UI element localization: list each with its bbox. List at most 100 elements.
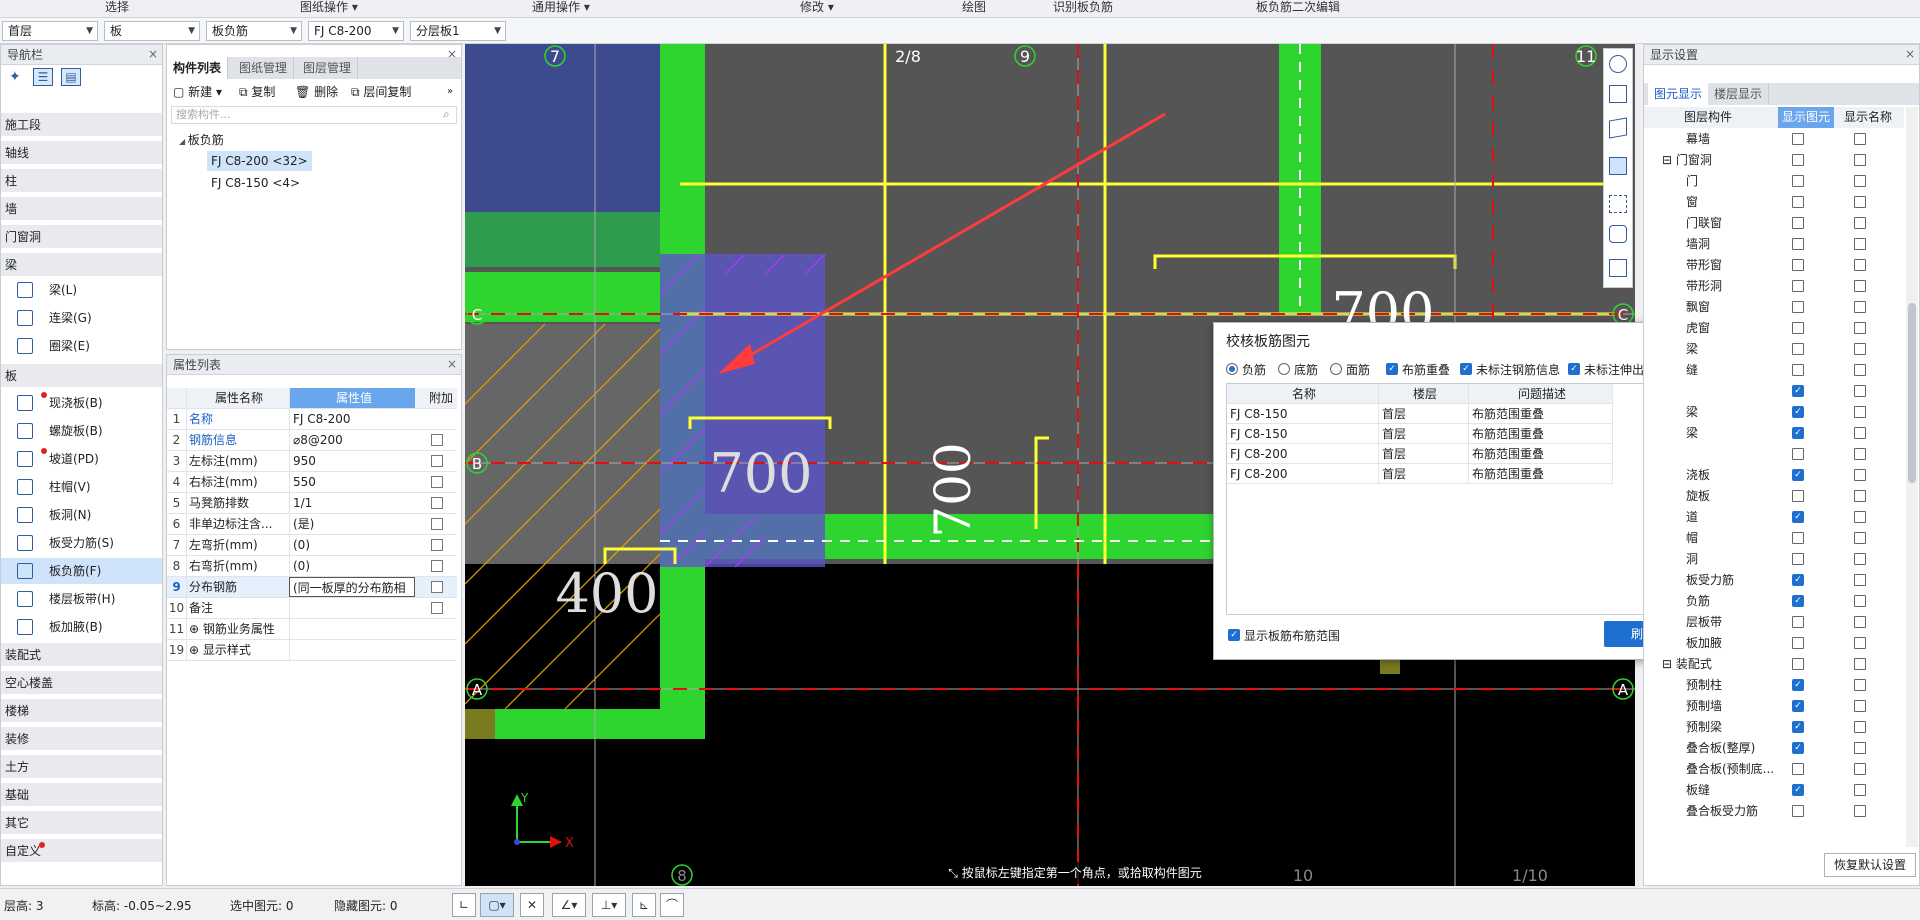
extra-checkbox[interactable] [431,434,443,446]
display-row[interactable]: 梁 ✓ [1644,402,1904,423]
prop-value[interactable]: 1/1 [289,493,415,513]
display-row[interactable]: ⊟ 装配式 [1644,654,1904,675]
show-element-checkbox[interactable] [1792,133,1804,145]
prop-row-selected[interactable]: 9 分布钢筋 (同一板厚的分布筋相 [167,577,457,598]
ribbon-modify[interactable]: 修改 ▾ [800,0,834,14]
show-element-checkbox[interactable] [1792,343,1804,355]
prop-row[interactable]: 6 非单边标注含... (是) [167,514,457,535]
copy-button[interactable]: ⧉ 复制 [239,81,275,103]
prop-value[interactable]: ⌀8@200 [289,430,415,450]
dimension-icon[interactable]: ⊥▾ [592,893,626,917]
layer-select[interactable]: 分层板1 ▼ [410,21,506,41]
show-element-checkbox[interactable] [1792,490,1804,502]
show-name-checkbox[interactable] [1854,448,1866,460]
nav-item-floor-band[interactable]: 楼层板带(H) [1,586,162,612]
nav-cat-wall[interactable]: 墙 [1,197,162,221]
show-element-checkbox[interactable]: ✓ [1792,742,1804,754]
show-name-checkbox[interactable] [1854,364,1866,376]
arc-icon[interactable]: ⌒ [660,893,684,917]
show-element-checkbox[interactable] [1792,616,1804,628]
show-element-checkbox[interactable] [1792,154,1804,166]
nav-cat-custom[interactable]: 自定义 [1,839,162,863]
view-2d-icon[interactable] [1609,85,1627,103]
nav-item-slab-hole[interactable]: 板洞(N) [1,502,162,528]
show-name-checkbox[interactable] [1854,154,1866,166]
display-row[interactable]: 洞 [1644,549,1904,570]
radio-bottom[interactable] [1278,363,1290,375]
tree-root[interactable]: ◢ 板负筋 [179,131,224,148]
display-row[interactable]: 门 [1644,171,1904,192]
display-row[interactable]: 浇板 ✓ [1644,465,1904,486]
show-name-checkbox[interactable] [1854,595,1866,607]
show-element-checkbox[interactable] [1792,280,1804,292]
display-row[interactable]: 预制墙 ✓ [1644,696,1904,717]
nav-item-ring-beam[interactable]: 圈梁(E) [1,333,162,359]
show-name-checkbox[interactable] [1854,259,1866,271]
ribbon-draw[interactable]: 绘图 [962,0,986,14]
prop-row[interactable]: 10 备注 [167,598,457,619]
nav-cat-column[interactable]: 柱 [1,169,162,193]
display-row[interactable]: 窗 [1644,192,1904,213]
ribbon-identify[interactable]: 识别板负筋 [1053,0,1113,14]
prop-row[interactable]: 2 钢筋信息 ⌀8@200 [167,430,457,451]
display-row[interactable]: 道 ✓ [1644,507,1904,528]
tab-element-display[interactable]: 图元显示 [1648,83,1710,105]
show-name-checkbox[interactable] [1854,343,1866,355]
show-name-checkbox[interactable] [1854,511,1866,523]
tab-floor-display[interactable]: 楼层显示 [1708,83,1770,105]
tab-component-list[interactable]: 构件列表 [167,57,229,79]
show-element-checkbox[interactable] [1792,175,1804,187]
prop-row[interactable]: 8 右弯折(mm) (0) [167,556,457,577]
show-name-checkbox[interactable] [1854,196,1866,208]
prop-row[interactable]: 4 右标注(mm) 550 [167,472,457,493]
show-name-checkbox[interactable] [1854,301,1866,313]
show-name-checkbox[interactable] [1854,784,1866,796]
issue-row[interactable]: FJ C8-150 首层 布筋范围重叠 [1227,424,1613,444]
close-icon[interactable]: × [148,45,158,63]
show-name-checkbox[interactable] [1854,175,1866,187]
show-name-checkbox[interactable] [1854,679,1866,691]
display-row[interactable] [1644,444,1904,465]
show-name-checkbox[interactable] [1854,532,1866,544]
box-select-icon[interactable] [1609,225,1627,243]
show-name-checkbox[interactable] [1854,742,1866,754]
show-name-checkbox[interactable] [1854,721,1866,733]
issue-row[interactable]: FJ C8-200 首层 布筋范围重叠 [1227,444,1613,464]
delete-button[interactable]: 🗑 删除 [295,81,338,103]
show-element-checkbox[interactable]: ✓ [1792,385,1804,397]
cube-icon[interactable] [1609,157,1627,175]
display-row[interactable]: 门联窗 [1644,213,1904,234]
ribbon-general-ops[interactable]: 通用操作 ▾ [532,0,590,14]
show-name-checkbox[interactable] [1854,805,1866,817]
show-element-checkbox[interactable] [1792,301,1804,313]
show-element-checkbox[interactable]: ✓ [1792,721,1804,733]
display-row[interactable]: 板缝 ✓ [1644,780,1904,801]
nav-cat-axis[interactable]: 轴线 [1,141,162,165]
ortho-icon[interactable]: ∟ [452,893,476,917]
nav-cat-beam[interactable]: 梁 [1,253,162,277]
extra-checkbox[interactable] [431,539,443,551]
prop-row[interactable]: 1 名称 FJ C8-200 [167,409,457,430]
extra-checkbox[interactable] [431,497,443,509]
close-icon[interactable]: × [1905,45,1915,63]
extra-checkbox[interactable] [431,602,443,614]
show-element-checkbox[interactable] [1792,805,1804,817]
display-row[interactable]: 带形洞 [1644,276,1904,297]
nav-cat-hollow-floor[interactable]: 空心楼盖 [1,671,162,695]
restore-defaults-button[interactable]: 恢复默认设置 [1824,853,1916,877]
search-input[interactable]: 搜索构件... [171,106,457,124]
show-element-checkbox[interactable] [1792,196,1804,208]
nav-cat-prefab[interactable]: 装配式 [1,643,162,667]
prop-value[interactable]: FJ C8-200 [289,409,415,429]
nav-cat-opening[interactable]: 门窗洞 [1,225,162,249]
display-row[interactable]: 飘窗 [1644,297,1904,318]
prop-row-group[interactable]: 11 ⊕ 钢筋业务属性 [167,619,457,640]
show-element-checkbox[interactable] [1792,532,1804,544]
extra-checkbox[interactable] [431,455,443,467]
fullscreen-icon[interactable] [1609,195,1627,213]
show-element-checkbox[interactable]: ✓ [1792,700,1804,712]
nav-item-cast-slab[interactable]: 现浇板(B) [1,390,162,416]
show-name-checkbox[interactable] [1854,427,1866,439]
new-button[interactable]: ▢ 新建 ▾ [173,81,222,103]
show-element-checkbox[interactable]: ✓ [1792,679,1804,691]
